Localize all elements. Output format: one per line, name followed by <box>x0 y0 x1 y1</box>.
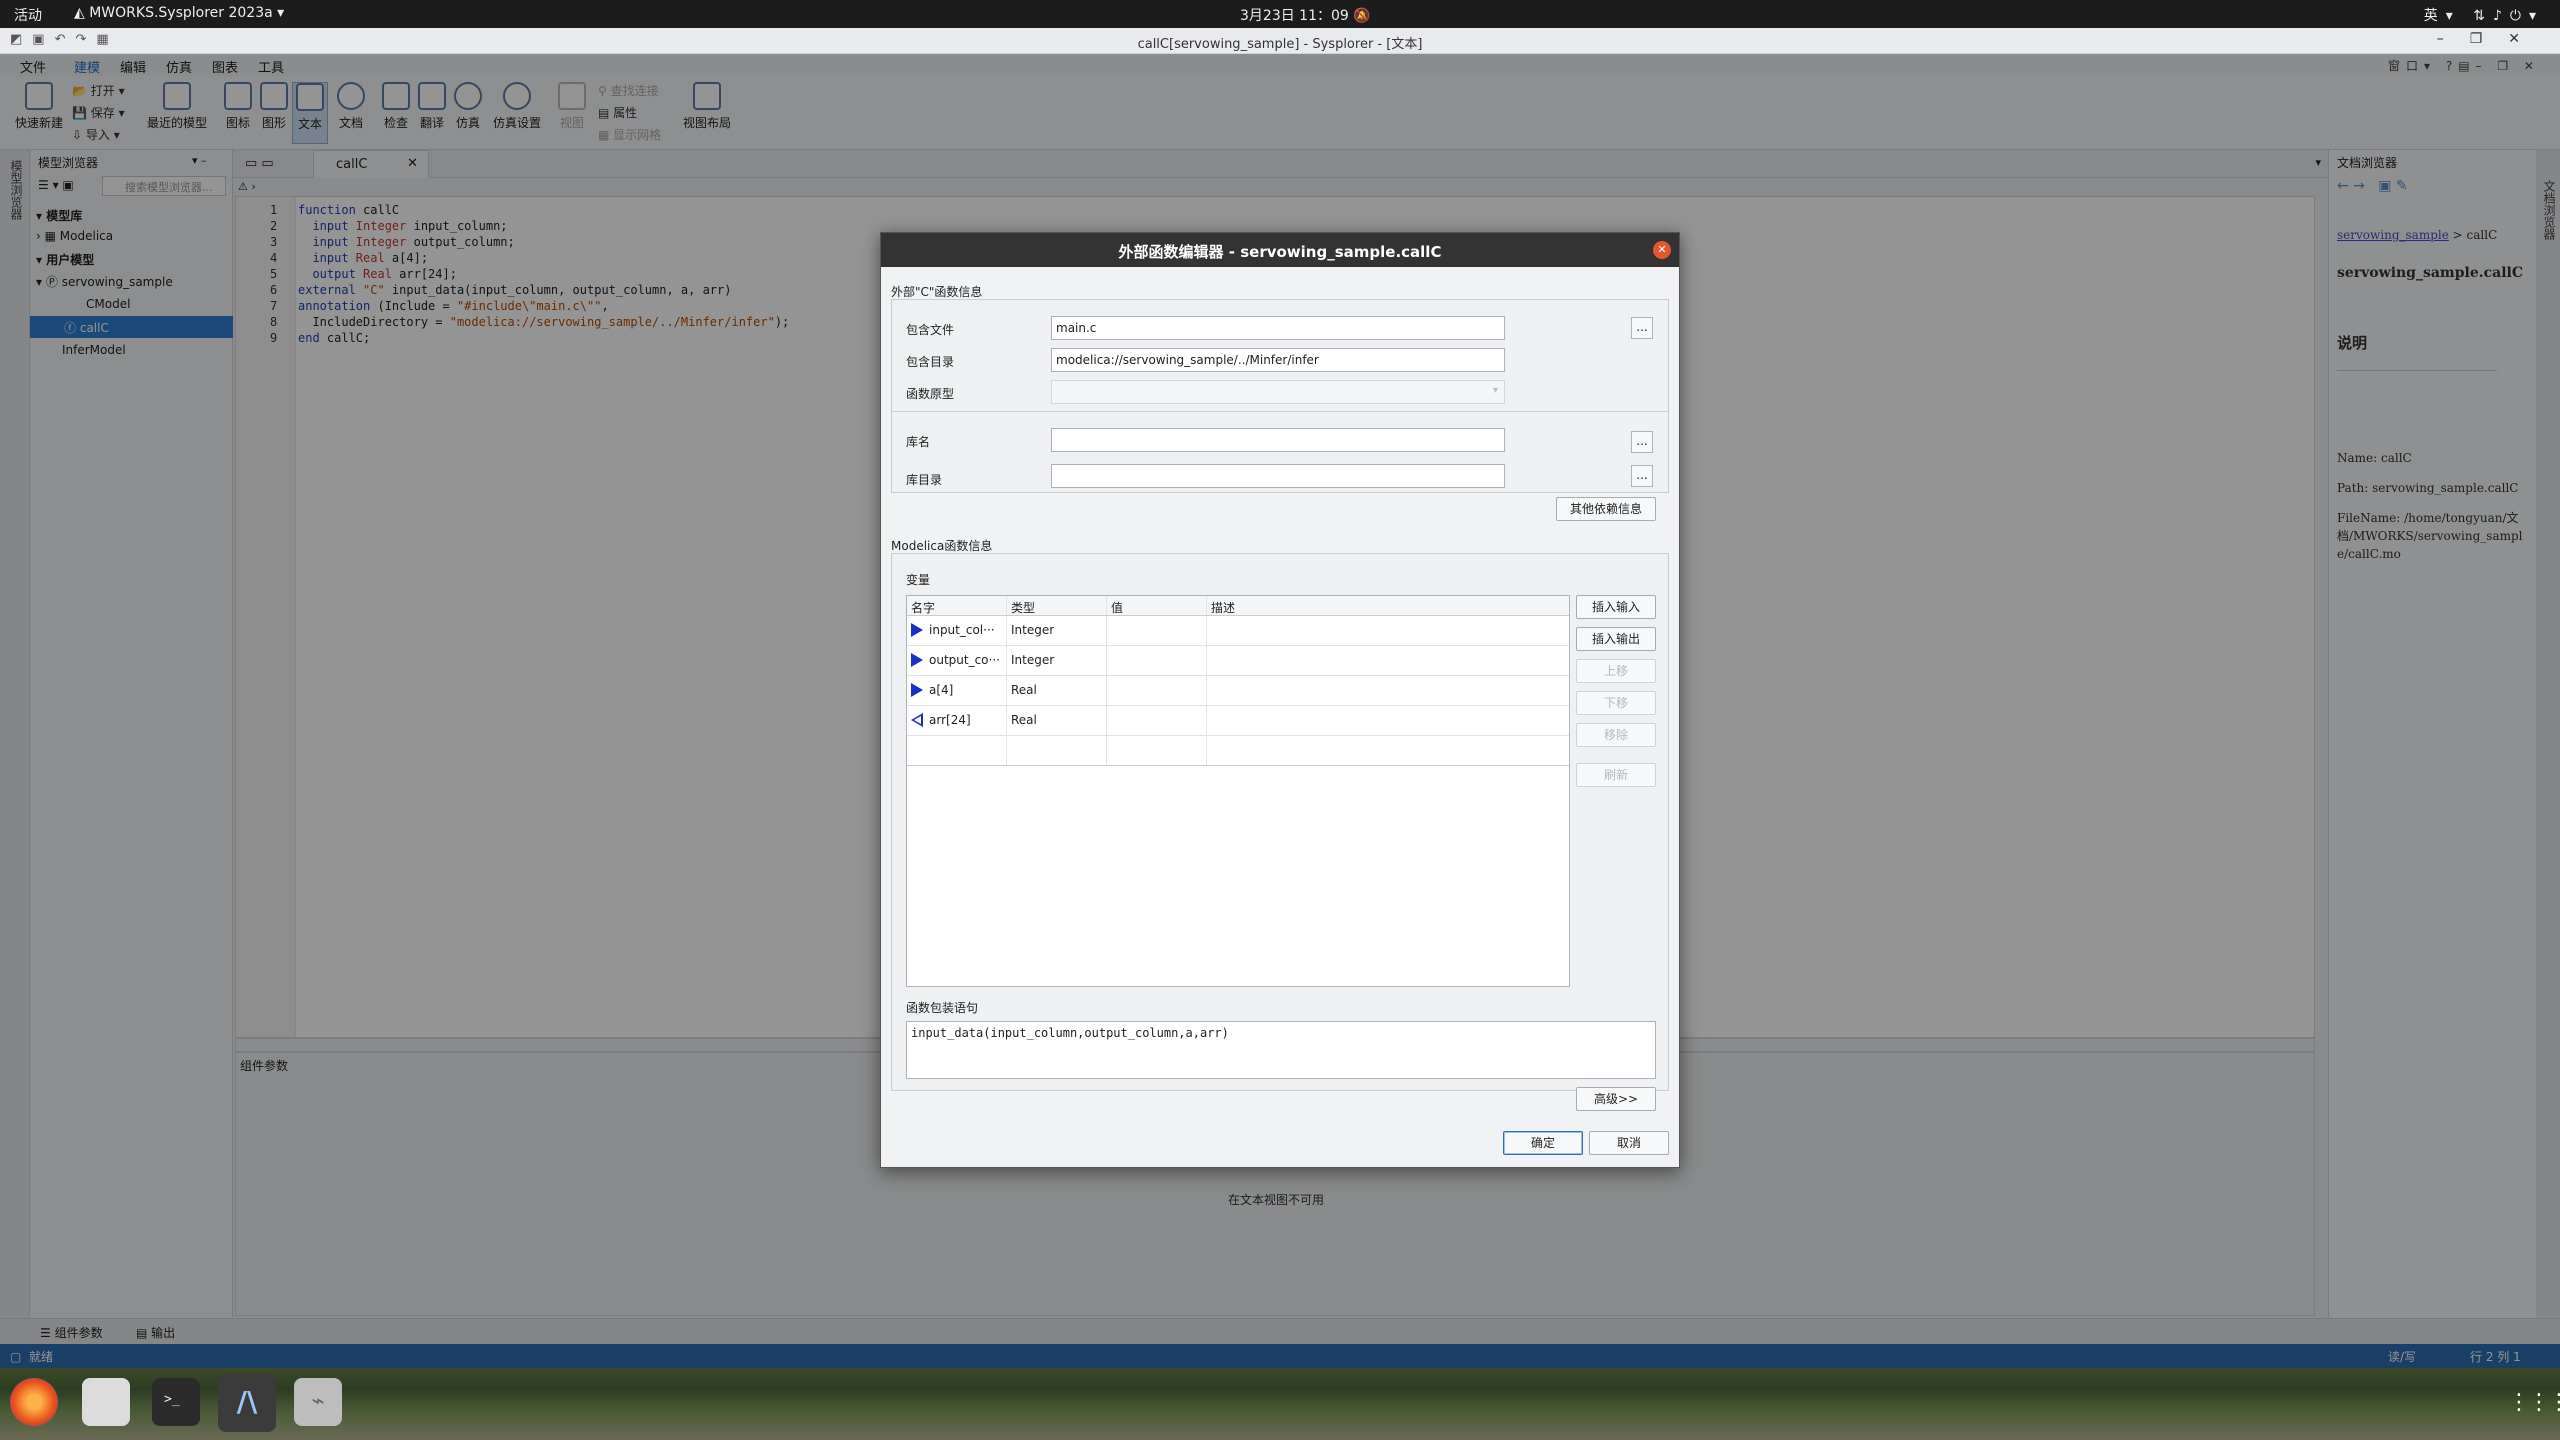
call-statement-value: input_data(input_column,output_column,a,… <box>911 1026 1229 1040</box>
dialog-close-icon[interactable]: ✕ <box>1653 241 1671 259</box>
cell-value[interactable] <box>1107 676 1207 705</box>
cell-name[interactable]: a[4] <box>907 676 1007 705</box>
firefox-icon[interactable] <box>10 1378 58 1426</box>
lib-dir-browse-button[interactable]: ... <box>1631 465 1653 487</box>
variables-table: 名字 类型 值 描述 input_col··· Integer output_c… <box>906 595 1570 987</box>
dialog-title: 外部函数编辑器 - servowing_sample.callC <box>881 233 1679 267</box>
var-name: output_co··· <box>929 653 1000 667</box>
variables-label: 变量 <box>906 573 931 587</box>
cell-name[interactable]: output_co··· <box>907 646 1007 675</box>
include-file-value: main.c <box>1056 321 1097 335</box>
column-header-desc[interactable]: 描述 <box>1207 596 1569 615</box>
cell-type[interactable]: Real <box>1007 706 1107 735</box>
cell-type[interactable] <box>1007 736 1107 765</box>
table-row[interactable]: arr[24] Real <box>907 706 1569 736</box>
app-name: MWORKS.Sysplorer 2023a <box>89 5 273 21</box>
cell-value[interactable] <box>1107 616 1207 645</box>
include-file-browse-button[interactable]: ... <box>1631 317 1653 339</box>
cell-value[interactable] <box>1107 706 1207 735</box>
move-down-button[interactable]: 下移 <box>1576 691 1656 715</box>
close-icon[interactable]: ✕ <box>2508 31 2546 47</box>
cell-name[interactable]: arr[24] <box>907 706 1007 735</box>
activities-button[interactable]: 活动 <box>14 5 42 25</box>
power-icon: ⏻ <box>2509 8 2529 24</box>
terminal-icon[interactable]: >_ <box>152 1378 200 1426</box>
restore-icon[interactable]: ❐ <box>2470 31 2509 47</box>
cell-name[interactable]: input_col··· <box>907 616 1007 645</box>
cancel-button[interactable]: 取消 <box>1589 1131 1669 1155</box>
var-name: input_col··· <box>929 623 995 637</box>
app-grid-icon[interactable]: ⋮⋮⋮ <box>2508 1390 2560 1415</box>
cell-name[interactable] <box>907 736 1007 765</box>
column-header-name[interactable]: 名字 <box>907 596 1007 615</box>
window-titlebar: ◩▣↶↷▦ callC[servowing_sample] - Sysplore… <box>0 28 2560 54</box>
window-title: callC[servowing_sample] - Sysplorer - [文… <box>1137 37 1423 52</box>
usb-icon[interactable]: ⌁ <box>294 1378 342 1426</box>
files-icon[interactable] <box>82 1378 130 1426</box>
table-row[interactable]: input_col··· Integer <box>907 616 1569 646</box>
column-header-value[interactable]: 值 <box>1107 596 1207 615</box>
section-divider <box>891 411 1669 412</box>
other-deps-button[interactable]: 其他依赖信息 <box>1556 497 1656 521</box>
table-row[interactable]: output_co··· Integer <box>907 646 1569 676</box>
cell-desc[interactable] <box>1207 676 1569 705</box>
include-file-label: 包含文件 <box>906 323 955 337</box>
app-menu[interactable]: ◭ MWORKS.Sysplorer 2023a ▾ <box>74 5 284 21</box>
cell-type[interactable]: Integer <box>1007 646 1107 675</box>
input-arrow-icon <box>911 683 923 697</box>
input-arrow-icon <box>911 623 923 637</box>
clock[interactable]: 3月23日 11：09 🔕 <box>1240 5 1371 25</box>
include-dir-field[interactable]: modelica://servowing_sample/../Minfer/in… <box>1051 348 1505 372</box>
cell-value[interactable] <box>1107 646 1207 675</box>
lib-name-field[interactable] <box>1051 428 1505 452</box>
cell-type[interactable]: Integer <box>1007 616 1107 645</box>
window-controls[interactable]: –❐✕ <box>2437 31 2546 47</box>
prototype-label: 函数原型 <box>906 387 955 401</box>
mworks-icon[interactable]: /\ <box>218 1374 276 1432</box>
c-function-section-title: 外部"C"函数信息 <box>891 285 983 299</box>
output-arrow-icon <box>911 713 923 727</box>
include-dir-label: 包含目录 <box>906 355 955 369</box>
cell-type[interactable]: Real <box>1007 676 1107 705</box>
clock-text: 3月23日 11：09 <box>1240 8 1349 24</box>
prototype-select[interactable]: ▾ <box>1051 380 1505 404</box>
volume-icon: ♪ <box>2492 8 2510 24</box>
include-dir-value: modelica://servowing_sample/../Minfer/in… <box>1056 353 1319 367</box>
insert-output-button[interactable]: 插入输出 <box>1576 627 1656 651</box>
system-tray[interactable]: 英▾ ⇅♪⏻▾ <box>2424 5 2544 25</box>
lib-name-browse-button[interactable]: ... <box>1631 431 1653 453</box>
move-up-button[interactable]: 上移 <box>1576 659 1656 683</box>
modelica-section-title: Modelica函数信息 <box>891 539 993 553</box>
ok-button[interactable]: 确定 <box>1503 1131 1583 1155</box>
refresh-button[interactable]: 刷新 <box>1576 763 1656 787</box>
cell-desc[interactable] <box>1207 706 1569 735</box>
dock-taskbar: >_ /\ ⌁ ⋮⋮⋮ <box>0 1368 2560 1440</box>
external-function-editor-dialog: 外部函数编辑器 - servowing_sample.callC ✕ 外部"C"… <box>880 232 1680 1168</box>
include-file-field[interactable]: main.c <box>1051 316 1505 340</box>
bell-off-icon: 🔕 <box>1353 8 1371 24</box>
var-name: a[4] <box>929 683 954 697</box>
cell-value[interactable] <box>1107 736 1207 765</box>
insert-input-button[interactable]: 插入输入 <box>1576 595 1656 619</box>
network-icon: ⇅ <box>2473 8 2493 24</box>
cell-desc[interactable] <box>1207 616 1569 645</box>
var-name: arr[24] <box>929 713 971 727</box>
call-statement-label: 函数包装语句 <box>906 1001 979 1015</box>
lib-dir-label: 库目录 <box>906 473 943 487</box>
table-row-empty[interactable] <box>907 736 1569 766</box>
chevron-down-icon: ▾ <box>1492 385 1498 396</box>
minimize-icon[interactable]: – <box>2437 31 2470 47</box>
call-statement-field[interactable]: input_data(input_column,output_column,a,… <box>906 1021 1656 1079</box>
table-header: 名字 类型 值 描述 <box>907 596 1569 616</box>
ime-indicator[interactable]: 英 <box>2424 8 2446 24</box>
cell-desc[interactable] <box>1207 646 1569 675</box>
table-row[interactable]: a[4] Real <box>907 676 1569 706</box>
system-top-bar: 活动 ◭ MWORKS.Sysplorer 2023a ▾ 3月23日 11：0… <box>0 0 2560 28</box>
column-header-type[interactable]: 类型 <box>1007 596 1107 615</box>
lib-name-label: 库名 <box>906 435 931 449</box>
lib-dir-field[interactable] <box>1051 464 1505 488</box>
remove-button[interactable]: 移除 <box>1576 723 1656 747</box>
advanced-button[interactable]: 高级>> <box>1576 1087 1656 1111</box>
input-arrow-icon <box>911 653 923 667</box>
